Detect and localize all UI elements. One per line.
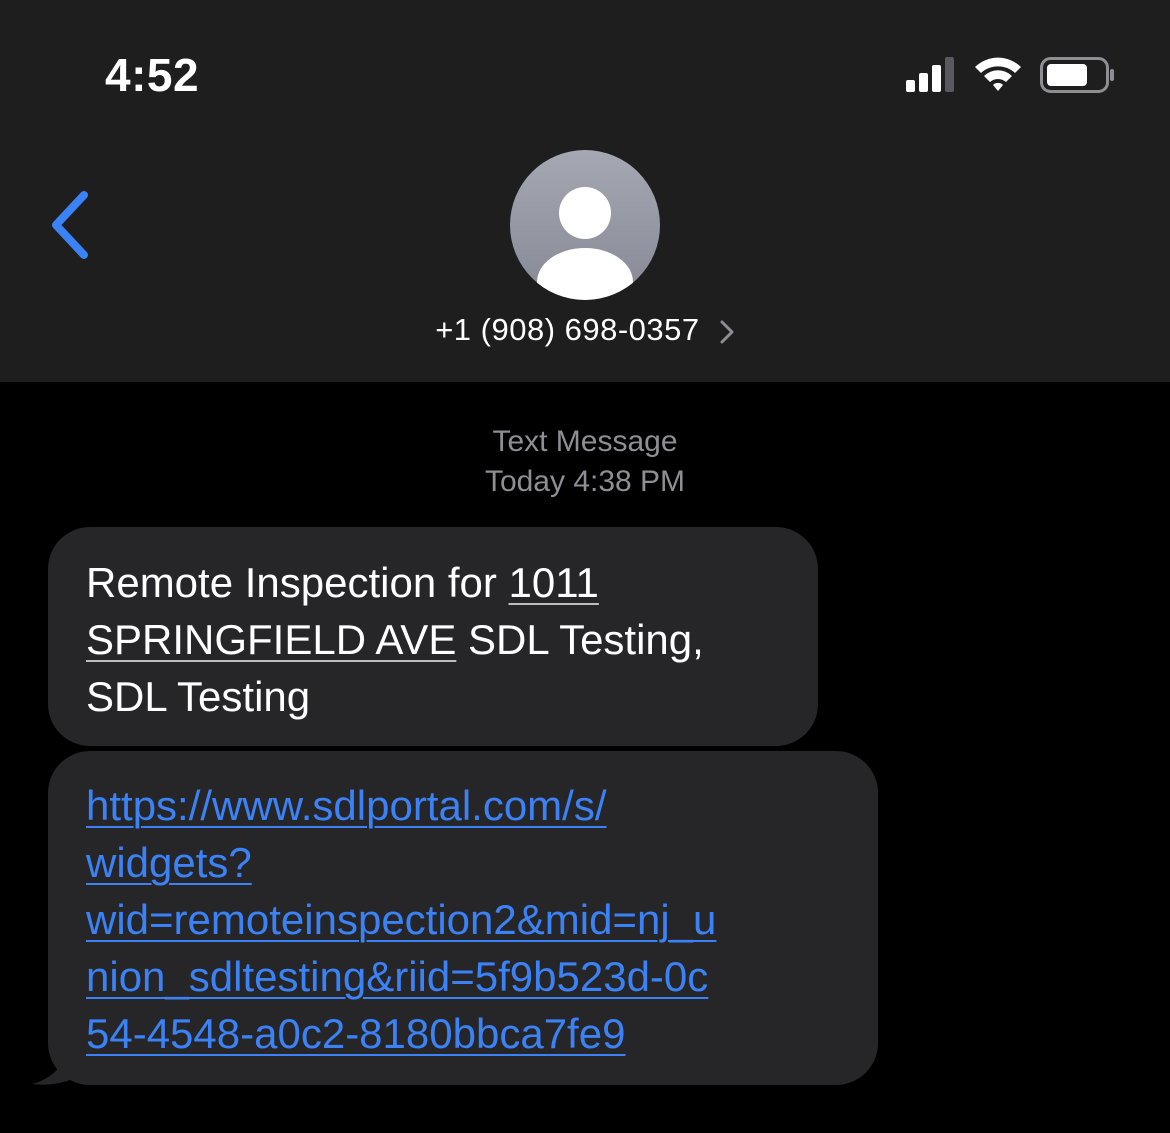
bubble-tail [32, 1040, 88, 1085]
message-meta: Text Message Today 4:38 PM [0, 422, 1170, 502]
address-link[interactable]: 1011 [509, 559, 599, 606]
chevron-right-icon [720, 320, 734, 344]
contact-name-button[interactable]: +1 (908) 698-0357 [0, 312, 1170, 348]
back-button[interactable] [38, 185, 98, 265]
cellular-signal-icon [906, 57, 954, 92]
service-label: Text Message [492, 425, 678, 458]
url-link[interactable]: https://www.sdlportal.com/s/ [86, 782, 607, 829]
message-timestamp: Today 4:38 PM [484, 465, 686, 498]
url-link[interactable]: widgets? [86, 839, 252, 886]
url-link[interactable]: wid=remoteinspection2&mid=nj_u [86, 896, 716, 943]
conversation-header: 4:52 +1 (908) 698-0357 [0, 0, 1170, 382]
address-link[interactable]: SPRINGFIELD AVE [86, 616, 456, 663]
message-line: SDL Testing [86, 673, 311, 720]
wifi-icon [975, 57, 1021, 91]
status-time: 4:52 [105, 49, 200, 101]
contact-number: +1 (908) 698-0357 [435, 312, 700, 347]
battery-icon [1040, 57, 1114, 93]
contact-avatar[interactable] [510, 150, 660, 300]
message-bubble-text[interactable]: Remote Inspection for 1011 SPRINGFIELD A… [48, 527, 818, 746]
message-line: Remote Inspection for 1011 [86, 554, 784, 611]
url-link[interactable]: 54-4548-a0c2-8180bbca7fe9 [86, 1010, 625, 1057]
message-text: Remote Inspection for [86, 559, 509, 606]
message-line: SPRINGFIELD AVE SDL Testing, [86, 611, 784, 668]
url-link[interactable]: nion_sdltesting&riid=5f9b523d-0c [86, 953, 708, 1000]
message-bubble-link[interactable]: https://www.sdlportal.com/s/ widgets? wi… [48, 751, 878, 1085]
message-text: SDL Testing, [456, 616, 704, 663]
